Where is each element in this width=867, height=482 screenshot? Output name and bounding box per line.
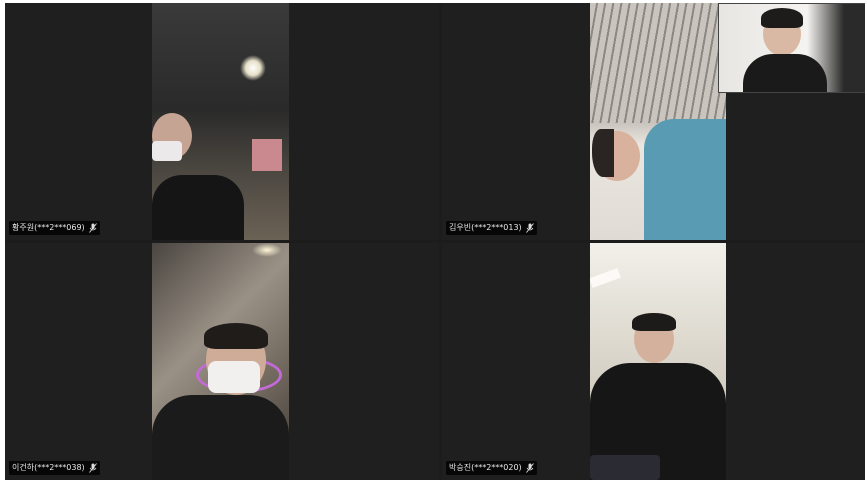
- participant-label: 박승진(***2***020): [446, 461, 537, 475]
- participant-body: [152, 175, 244, 240]
- participant-hair: [632, 313, 676, 331]
- mic-muted-icon: [525, 223, 534, 233]
- participant-tile[interactable]: 황주원(***2***069): [5, 3, 439, 240]
- ceiling-light: [252, 243, 282, 257]
- mic-muted-icon: [88, 463, 97, 473]
- face-mask: [208, 361, 260, 393]
- participant-name: 황주원(***2***069): [12, 223, 85, 232]
- participant-body: [743, 54, 827, 92]
- participant-body: [644, 119, 726, 240]
- participant-label: 황주원(***2***069): [9, 221, 100, 235]
- participant-name: 박승진(***2***020): [449, 463, 522, 472]
- mic-muted-icon: [525, 463, 534, 473]
- participant-label: 이건하(***2***038): [9, 461, 100, 475]
- participant-name: 이건하(***2***038): [12, 463, 85, 472]
- participant-tile[interactable]: 박승진(***2***020): [442, 243, 865, 480]
- face-mask: [152, 141, 182, 161]
- participant-hair: [761, 8, 803, 28]
- participant-video: [152, 243, 289, 480]
- participant-name: 김우빈(***2***013): [449, 223, 522, 232]
- self-view-thumbnail[interactable]: [718, 3, 865, 93]
- participant-hair: [592, 129, 614, 177]
- mic-muted-icon: [88, 223, 97, 233]
- video-grid: 황주원(***2***069) 김우빈(***2***013) 이건하(***2…: [5, 3, 865, 480]
- participant-body: [152, 395, 289, 480]
- ceiling-light: [590, 268, 621, 288]
- participant-video: [590, 243, 726, 480]
- pink-poster: [252, 139, 282, 171]
- ceiling-slats: [590, 3, 726, 123]
- participant-tile[interactable]: 이건하(***2***038): [5, 243, 439, 480]
- participant-hair: [204, 323, 268, 349]
- participant-video: [152, 3, 289, 240]
- ceiling-light: [240, 55, 266, 81]
- participant-video: [590, 3, 726, 240]
- keyboard: [590, 455, 660, 480]
- participant-label: 김우빈(***2***013): [446, 221, 537, 235]
